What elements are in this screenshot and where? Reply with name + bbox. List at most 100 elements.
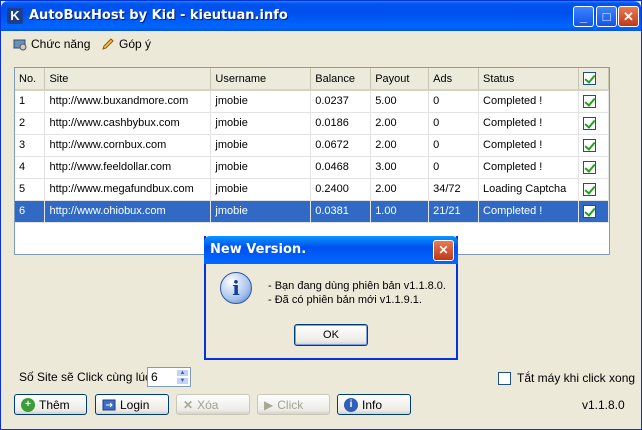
settings-icon [13,39,27,51]
delete-icon: ✕ [183,397,194,412]
cell-ads: 0 [428,112,480,135]
main-window: K AutoBuxHost by Kid - kieutuan.info _ □… [0,0,642,430]
title-bar[interactable]: K AutoBuxHost by Kid - kieutuan.info _ □… [1,1,641,31]
cell-no: 4 [15,156,46,179]
pencil-icon [102,38,114,50]
select-all-checkbox[interactable] [583,72,596,85]
row-checkbox[interactable] [583,160,596,174]
click-button[interactable]: ▶ Click [257,394,330,415]
menu-label: Góp ý [119,37,152,51]
row-checkbox[interactable] [583,138,596,152]
shutdown-checkbox[interactable] [498,372,511,385]
info-label: Info [362,397,383,412]
cell-ads: 0 [428,134,480,157]
table-row[interactable]: 1 http://www.buxandmore.com jmobie 0.023… [15,90,609,113]
dialog-line-1: - Bạn đang dùng phiên bản v1.1.8.0. [268,280,446,292]
delete-button[interactable]: ✕ Xóa [176,394,250,415]
cell-ads: 0 [428,90,480,113]
shutdown-label: Tắt máy khi click xong [517,371,636,385]
cell-balance: 0.0237 [310,90,372,113]
cell-balance: 0.0381 [310,200,372,223]
cell-balance: 0.0468 [310,156,372,179]
cell-payout: 2.00 [370,112,430,135]
header-balance[interactable]: Balance [310,68,372,91]
header-no[interactable]: No. [15,68,46,91]
cell-status: Completed ! [478,90,579,113]
delete-label: Xóa [197,397,219,412]
header-username[interactable]: Username [210,68,312,91]
maximize-icon: □ [602,9,611,24]
cell-no: 1 [15,90,46,113]
app-icon: K [7,8,23,24]
cell-check [578,112,609,135]
ok-button[interactable]: OK [294,324,368,346]
cell-balance: 0.0672 [310,134,372,157]
table-row[interactable]: 5 http://www.megafundbux.com jmobie 0.24… [15,178,609,201]
login-icon [102,399,116,410]
cell-site: http://www.buxandmore.com [44,90,212,113]
spin-up-icon[interactable]: ▲ [176,369,189,377]
sites-table[interactable]: No. Site Username Balance Payout Ads Sta… [14,67,610,255]
dialog-close-button[interactable]: ✕ [433,240,454,261]
header-check[interactable] [578,68,609,91]
table-row[interactable]: 4 http://www.feeldollar.com jmobie 0.046… [15,156,609,179]
cell-payout: 1.00 [370,200,430,223]
cell-status: Completed ! [478,156,579,179]
header-ads[interactable]: Ads [428,68,480,91]
row-checkbox[interactable] [583,204,596,218]
info-button[interactable]: i Info [337,394,411,415]
cell-ads: 0 [428,156,480,179]
cell-payout: 3.00 [370,156,430,179]
cell-no: 2 [15,112,46,135]
close-button[interactable]: ✕ [618,6,639,27]
cell-username: jmobie [210,112,312,135]
add-icon: + [21,397,35,412]
login-button[interactable]: Login [95,394,169,415]
dialog-line-2: - Đã có phiên bản mới v1.1.9.1. [268,294,422,306]
menu-label: Chức năng [31,37,91,51]
cell-check [578,90,609,113]
window-title: AutoBuxHost by Kid - kieutuan.info [29,8,288,23]
cell-username: jmobie [210,178,312,201]
sites-count-stepper[interactable]: 6 ▲ ▼ [147,367,191,387]
sites-count-label: Số Site sẽ Click cùng lúc: [19,370,155,384]
cell-status: Completed ! [478,134,579,157]
row-checkbox[interactable] [583,94,596,108]
header-payout[interactable]: Payout [370,68,430,91]
cell-status: Completed ! [478,112,579,135]
play-icon: ▶ [264,397,274,412]
cell-site: http://www.megafundbux.com [44,178,212,201]
table-row[interactable]: 3 http://www.cornbux.com jmobie 0.0672 2… [15,134,609,157]
cell-site: http://www.cornbux.com [44,134,212,157]
spin-down-icon[interactable]: ▼ [176,377,189,385]
cell-check [578,156,609,179]
cell-balance: 0.2400 [310,178,372,201]
login-label: Login [120,397,150,412]
table-row[interactable]: 2 http://www.cashbybux.com jmobie 0.0186… [15,112,609,135]
add-button[interactable]: + Thêm [14,394,87,415]
cell-site: http://www.ohiobux.com [44,200,212,223]
cell-check [578,178,609,201]
table-header: No. Site Username Balance Payout Ads Sta… [15,68,609,91]
cell-username: jmobie [210,156,312,179]
row-checkbox[interactable] [583,182,596,196]
cell-no: 6 [15,200,46,223]
menu-chuc-nang[interactable]: Chức năng [13,35,90,53]
maximize-button[interactable]: □ [596,6,617,27]
close-icon: ✕ [438,243,449,257]
cell-username: jmobie [210,90,312,113]
menu-bar: Chức năng Góp ý [5,31,637,55]
header-site[interactable]: Site [44,68,212,91]
row-checkbox[interactable] [583,116,596,130]
cell-site: http://www.cashbybux.com [44,112,212,135]
cell-no: 5 [15,178,46,201]
dialog-title-bar[interactable]: New Version. ✕ [204,236,458,264]
dialog-title: New Version. [210,242,307,257]
cell-no: 3 [15,134,46,157]
cell-balance: 0.0186 [310,112,372,135]
table-row-selected[interactable]: 6 http://www.ohiobux.com jmobie 0.0381 1… [15,200,609,223]
cell-payout: 2.00 [370,178,430,201]
minimize-button[interactable]: _ [573,6,594,27]
menu-gop-y[interactable]: Góp ý [101,35,151,53]
header-status[interactable]: Status [478,68,579,91]
